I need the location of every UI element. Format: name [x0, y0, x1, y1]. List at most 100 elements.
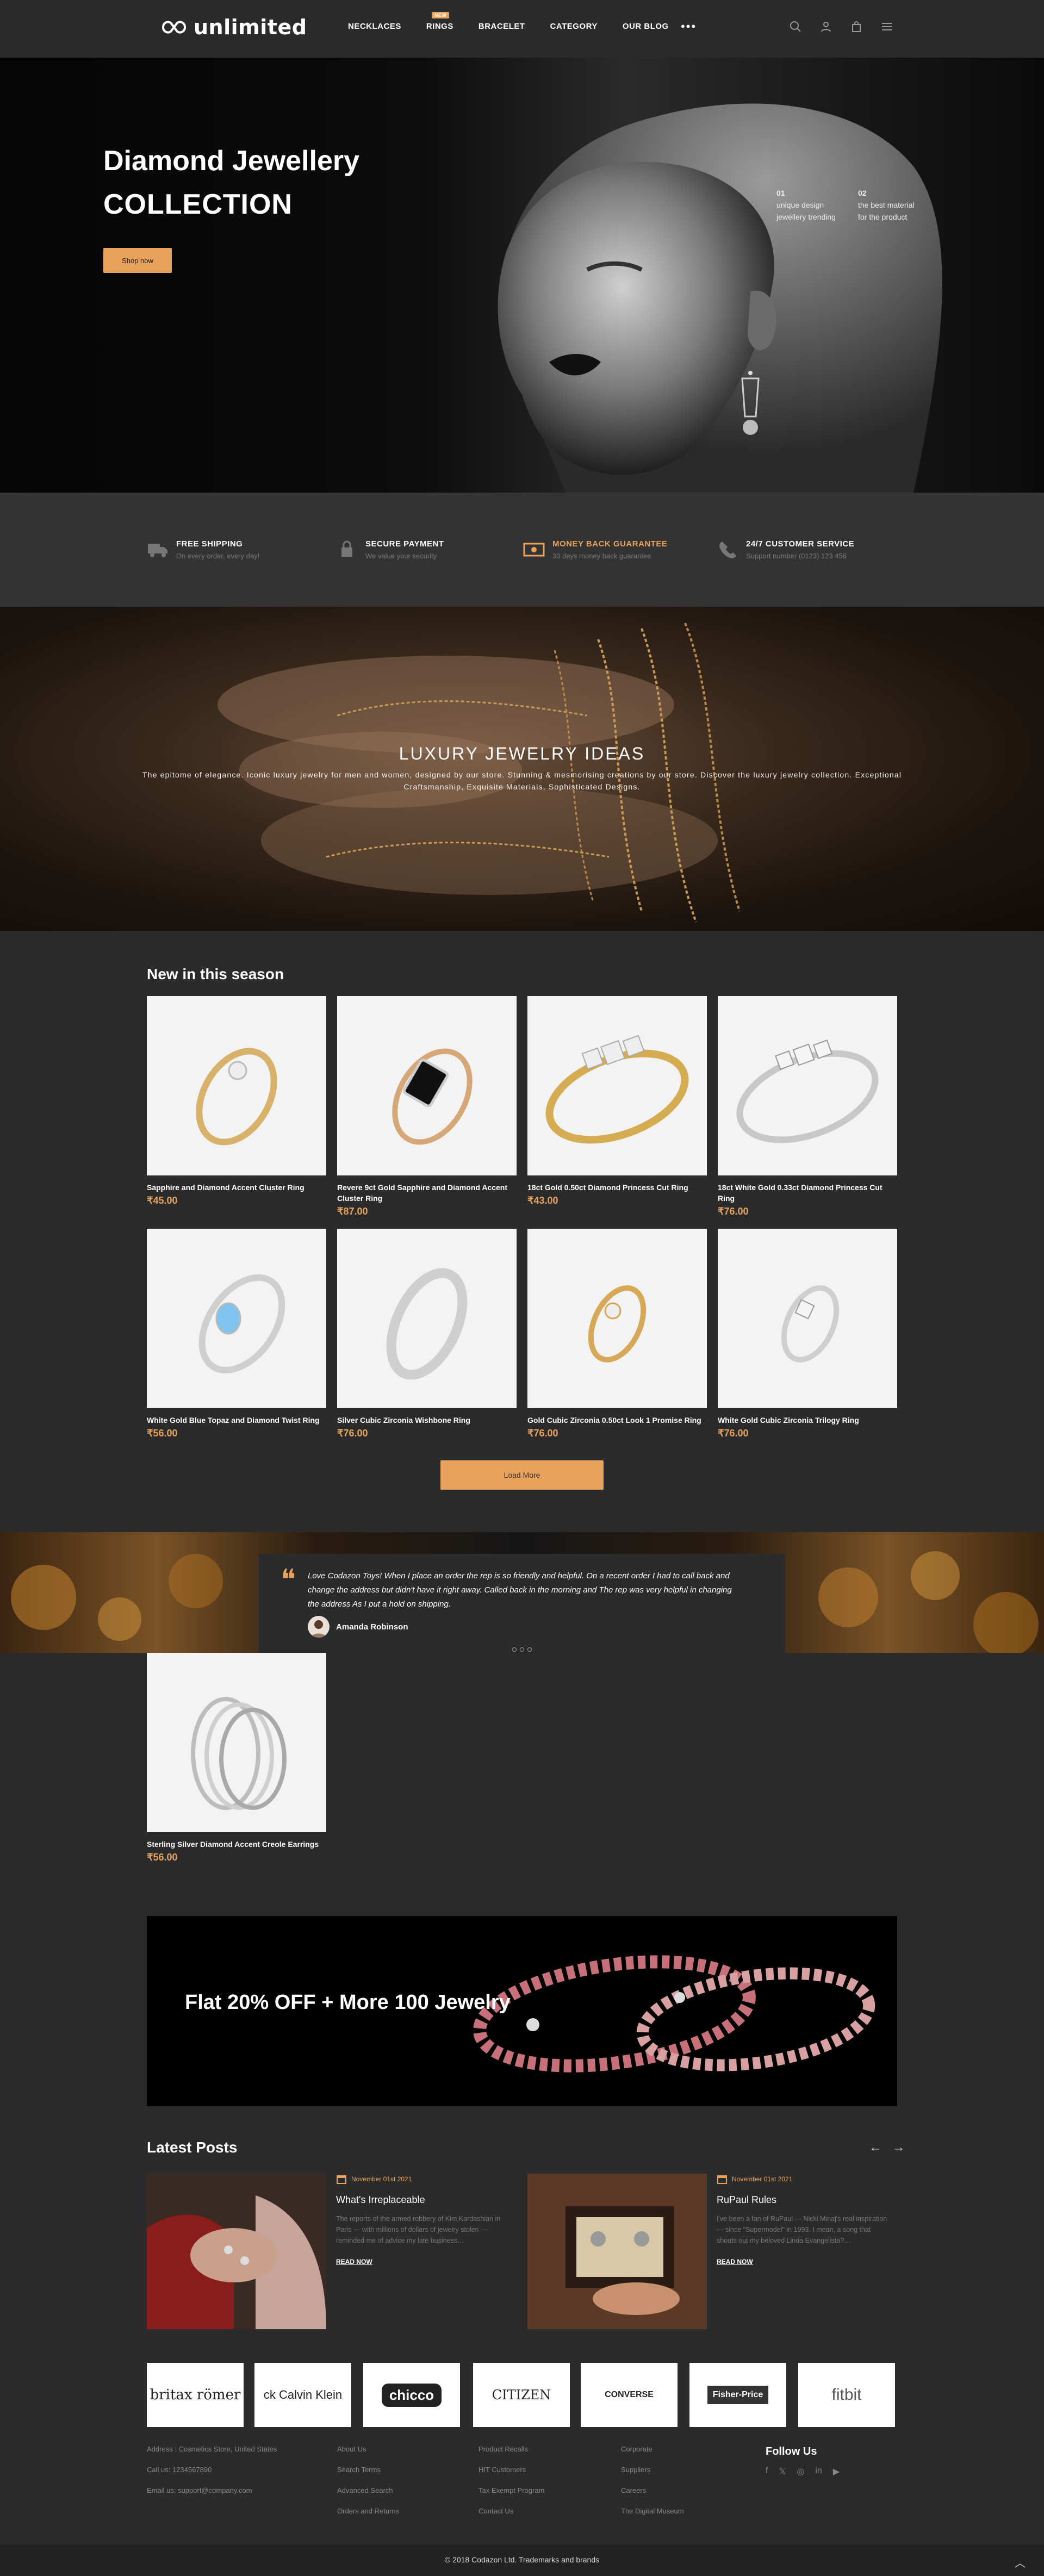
search-icon[interactable]: [790, 21, 801, 33]
product-card[interactable]: Sterling Silver Diamond Accent Creole Ea…: [147, 1653, 326, 1863]
shop-now-button[interactable]: Shop now: [103, 248, 172, 273]
copyright-text: © 2018 Codazon Ltd. Trademarks and brand…: [444, 2555, 600, 2564]
product-name[interactable]: Gold Cubic Zirconia 0.50ct Look 1 Promis…: [527, 1415, 707, 1426]
service-secure-payment: SECURE PAYMENT We value your security: [336, 539, 444, 560]
product-card[interactable]: Sapphire and Diamond Accent Cluster Ring…: [147, 996, 326, 1206]
brand-logo-chicco[interactable]: chicco: [363, 2363, 460, 2427]
footer-link[interactable]: Product Recalls: [478, 2439, 544, 2460]
post-date: November 01st 2021: [717, 2174, 891, 2185]
brand-name: chicco: [381, 2383, 442, 2407]
nav-rings[interactable]: NEW RINGS: [426, 12, 453, 31]
read-now-link[interactable]: READ NOW: [336, 2258, 510, 2266]
nav-badge-new: NEW: [431, 12, 450, 18]
product-name[interactable]: 18ct White Gold 0.33ct Diamond Princess …: [718, 1182, 897, 1204]
product-image[interactable]: [147, 1229, 326, 1408]
footer-link[interactable]: HIT Customers: [478, 2460, 544, 2480]
brand-logo-calvin-klein[interactable]: ck Calvin Klein: [254, 2363, 351, 2427]
footer-link[interactable]: Careers: [621, 2480, 684, 2501]
product-name[interactable]: 18ct Gold 0.50ct Diamond Princess Cut Ri…: [527, 1182, 707, 1193]
service-title: 24/7 CUSTOMER SERVICE: [746, 539, 855, 549]
product-card[interactable]: Gold Cubic Zirconia 0.50ct Look 1 Promis…: [527, 1229, 707, 1439]
footer-link[interactable]: Orders and Returns: [337, 2501, 399, 2522]
product-image[interactable]: [527, 996, 707, 1175]
product-name[interactable]: White Gold Blue Topaz and Diamond Twist …: [147, 1415, 326, 1426]
posts-carousel-arrows[interactable]: ← →: [869, 2140, 909, 2155]
nav-more-button[interactable]: •••: [681, 20, 697, 34]
footer-link[interactable]: Suppliers: [621, 2460, 684, 2480]
footer-link[interactable]: Contact Us: [478, 2501, 544, 2522]
product-price: ₹45.00: [147, 1195, 178, 1206]
offer-banner[interactable]: Flat 20% OFF + More 100 Jewelry: [147, 1916, 897, 2106]
brand-name: Fisher-Price: [707, 2386, 769, 2404]
bag-icon[interactable]: [850, 21, 862, 33]
footer-link[interactable]: About Us: [337, 2439, 399, 2460]
creole-earrings-image: [191, 1697, 287, 1810]
post-image[interactable]: [527, 2174, 707, 2329]
brand-logo-fisher-price[interactable]: Fisher-Price: [689, 2363, 786, 2427]
product-card[interactable]: White Gold Cubic Zirconia Trilogy Ring ₹…: [718, 1229, 897, 1439]
footer-link[interactable]: Search Terms: [337, 2460, 399, 2480]
instagram-icon[interactable]: ◎: [797, 2466, 804, 2477]
nav-our-blog[interactable]: OUR BLOG: [623, 22, 669, 31]
carousel-dots[interactable]: [512, 1647, 532, 1652]
product-name[interactable]: White Gold Cubic Zirconia Trilogy Ring: [718, 1415, 897, 1426]
brand-logo-converse[interactable]: CONVERSE: [581, 2363, 678, 2427]
nav-bracelet[interactable]: BRACELET: [478, 22, 525, 31]
product-image[interactable]: [147, 1653, 326, 1832]
post-title[interactable]: What's Irreplaceable: [336, 2194, 510, 2206]
product-image[interactable]: [147, 996, 326, 1175]
footer-contact: Address : Cosmetics Store, United States…: [147, 2439, 277, 2501]
product-image[interactable]: [337, 996, 517, 1175]
testimonial-quote: Love Codazon Toys! When I place an order…: [308, 1571, 732, 1609]
product-card[interactable]: Revere 9ct Gold Sapphire and Diamond Acc…: [337, 996, 517, 1217]
product-card[interactable]: White Gold Blue Topaz and Diamond Twist …: [147, 1229, 326, 1439]
nav-category[interactable]: CATEGORY: [550, 22, 598, 31]
product-image[interactable]: [527, 1229, 707, 1408]
footer-link[interactable]: The Digital Museum: [621, 2501, 684, 2522]
x-twitter-icon[interactable]: 𝕏: [779, 2466, 786, 2477]
footer-link[interactable]: Advanced Search: [337, 2480, 399, 2501]
product-image[interactable]: [337, 1229, 517, 1408]
product-card[interactable]: 18ct White Gold 0.33ct Diamond Princess …: [718, 996, 897, 1217]
read-now-link[interactable]: READ NOW: [717, 2258, 891, 2266]
gold-ring-image: [196, 1048, 277, 1146]
footer-phone[interactable]: Call us: 1234567890: [147, 2460, 277, 2480]
brand-name: fitbit: [831, 2386, 862, 2404]
carousel-dot[interactable]: [520, 1647, 524, 1652]
product-price: ₹76.00: [718, 1206, 749, 1217]
menu-icon[interactable]: [881, 21, 893, 33]
footer-link[interactable]: Corporate: [621, 2439, 684, 2460]
user-icon[interactable]: [820, 21, 832, 33]
product-card[interactable]: 18ct Gold 0.50ct Diamond Princess Cut Ri…: [527, 996, 707, 1206]
product-name[interactable]: Sapphire and Diamond Accent Cluster Ring: [147, 1182, 326, 1193]
carousel-dot[interactable]: [527, 1647, 532, 1652]
product-name[interactable]: Revere 9ct Gold Sapphire and Diamond Acc…: [337, 1182, 517, 1204]
youtube-icon[interactable]: ▶: [833, 2466, 840, 2477]
load-more-button[interactable]: Load More: [440, 1460, 604, 1490]
footer-email[interactable]: Email us: support@company.com: [147, 2480, 277, 2501]
facebook-icon[interactable]: f: [766, 2466, 768, 2477]
truck-icon: [148, 544, 167, 557]
hero-model-image: [498, 103, 942, 493]
product-name[interactable]: Sterling Silver Diamond Accent Creole Ea…: [147, 1839, 326, 1850]
brand-logo-fitbit[interactable]: fitbit: [798, 2363, 895, 2427]
brand-logo-citizen[interactable]: CITIZEN: [473, 2363, 570, 2427]
post-title[interactable]: RuPaul Rules: [717, 2194, 891, 2206]
hero-feature-2: 02 the best material for the product: [858, 187, 915, 223]
product-card[interactable]: Silver Cubic Zirconia Wishbone Ring ₹76.…: [337, 1229, 517, 1439]
product-name[interactable]: Silver Cubic Zirconia Wishbone Ring: [337, 1415, 517, 1426]
testimonial-author: Amanda Robinson: [336, 1622, 408, 1632]
nav-necklaces[interactable]: NECKLACES: [348, 22, 401, 31]
post-image[interactable]: [147, 2174, 326, 2329]
luxury-banner: LUXURY JEWELRY IDEAS The epitome of eleg…: [0, 607, 1044, 931]
product-price: ₹56.00: [147, 1428, 178, 1439]
product-price: ₹76.00: [718, 1428, 749, 1439]
footer-link[interactable]: Tax Exempt Program: [478, 2480, 544, 2501]
product-image[interactable]: [718, 1229, 897, 1408]
chevron-up-icon[interactable]: ︿: [1015, 2554, 1026, 2570]
linkedin-icon[interactable]: in: [815, 2466, 822, 2477]
product-image[interactable]: [718, 996, 897, 1175]
brand-logo-britax[interactable]: britax römer: [147, 2363, 244, 2427]
site-logo[interactable]: unlimited: [159, 15, 307, 39]
carousel-dot[interactable]: [512, 1647, 517, 1652]
